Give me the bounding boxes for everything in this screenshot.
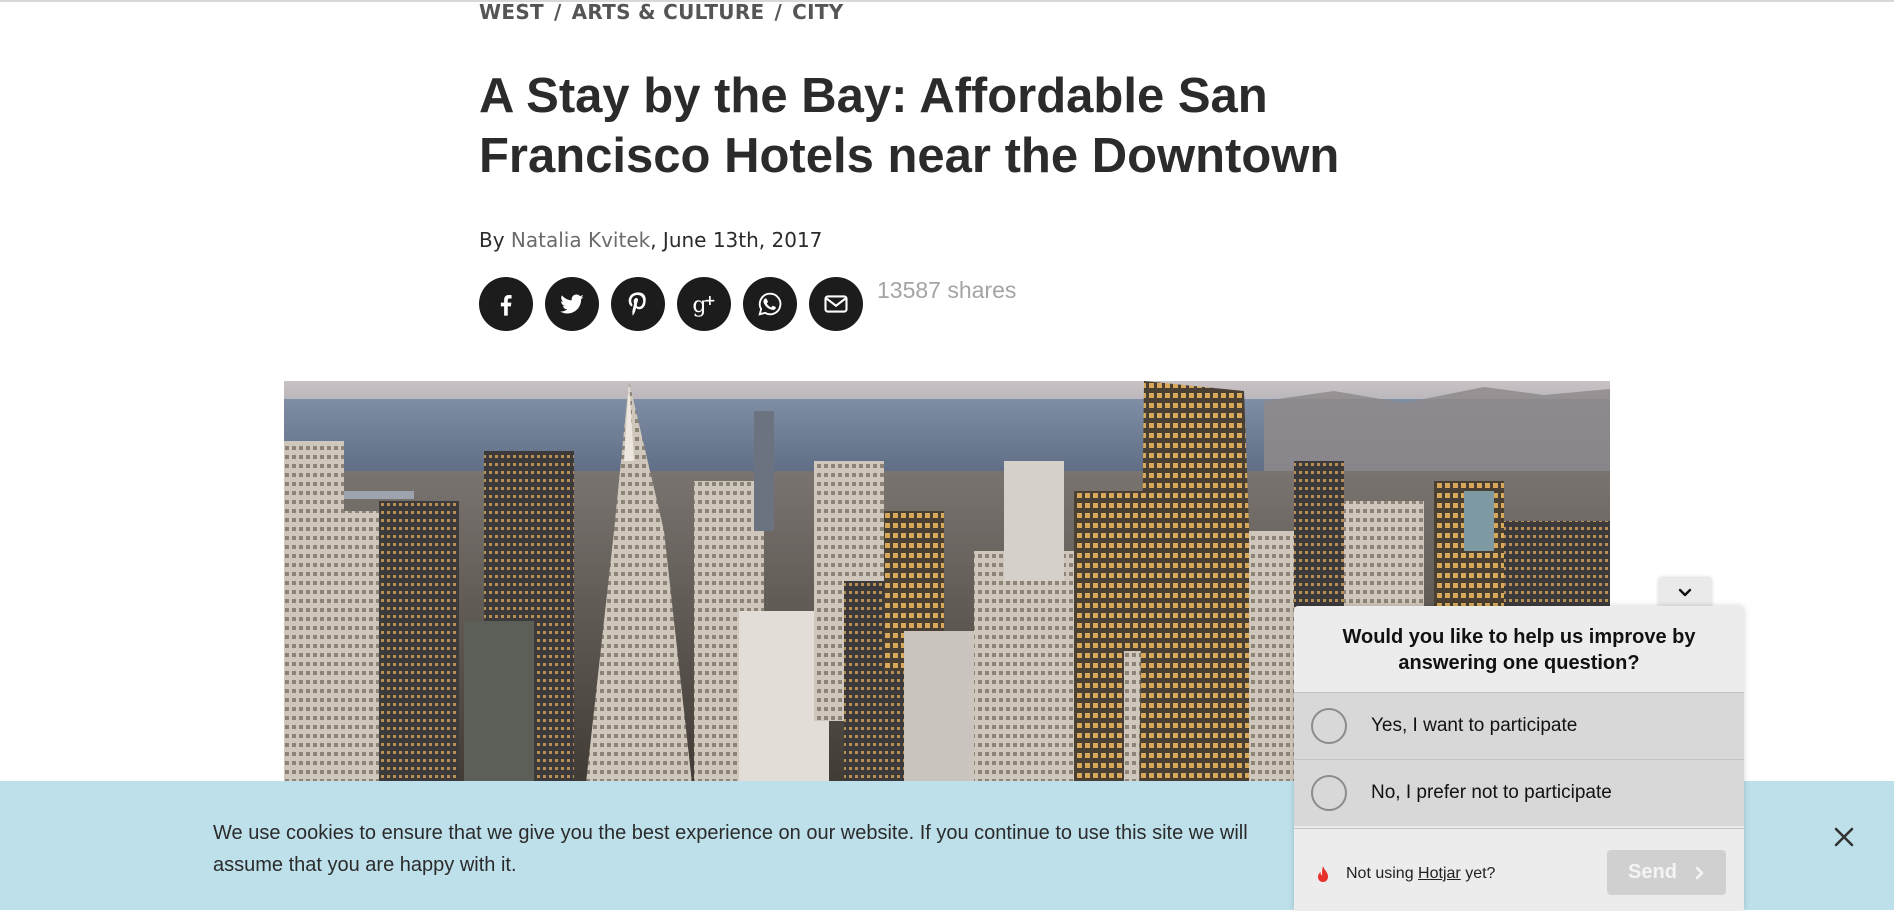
feedback-survey-widget: Would you like to help us improve by ans… [1294, 606, 1744, 910]
email-share-button[interactable] [809, 277, 863, 331]
cookie-close-button[interactable] [1830, 823, 1858, 851]
chevron-down-icon [1678, 588, 1692, 597]
flame-icon [1318, 866, 1328, 882]
email-icon [824, 295, 848, 313]
not-using-hotjar-text: Not using Hotjar yet? [1346, 865, 1495, 883]
not-using-suffix: yet? [1465, 865, 1496, 882]
hotjar-link[interactable]: Hotjar [1418, 865, 1461, 882]
survey-option-no[interactable]: No, I prefer not to participate [1294, 759, 1744, 826]
not-using-prefix: Not using [1346, 865, 1414, 882]
article-title: A Stay by the Bay: Affordable San Franci… [479, 69, 1340, 183]
facebook-icon [500, 295, 512, 316]
share-bar: g + 13587 shares [479, 277, 1016, 331]
pinterest-share-button[interactable] [611, 277, 665, 331]
survey-footer: Not using Hotjar yet? Send [1294, 828, 1744, 911]
survey-question: Would you like to help us improve by ans… [1342, 626, 1696, 674]
survey-option-yes[interactable]: Yes, I want to participate [1294, 692, 1744, 759]
whatsapp-icon [758, 292, 782, 316]
svg-text:+: + [704, 293, 716, 309]
top-border [0, 0, 1894, 2]
survey-option-label: Yes, I want to participate [1371, 715, 1578, 736]
survey-minimize-toggle[interactable] [1658, 578, 1712, 608]
byline-prefix: By [479, 228, 505, 252]
facebook-share-button[interactable] [479, 277, 533, 331]
twitter-icon [560, 294, 584, 314]
breadcrumb-item-west[interactable]: WEST [479, 0, 544, 24]
send-label: Send [1628, 861, 1677, 883]
cookie-notice-text: We use cookies to ensure that we give yo… [213, 822, 1248, 876]
survey-option-label: No, I prefer not to participate [1371, 782, 1612, 803]
breadcrumb-separator: / [774, 0, 783, 24]
publish-date: , June 13th, 2017 [650, 228, 823, 252]
whatsapp-share-button[interactable] [743, 277, 797, 331]
google-plus-icon: g+ [692, 292, 716, 318]
breadcrumb-separator: / [553, 0, 562, 24]
chevron-right-icon [1695, 866, 1704, 879]
google-plus-share-button[interactable]: g + [677, 277, 731, 331]
send-button[interactable]: Send [1607, 850, 1726, 895]
breadcrumb-item-city[interactable]: CITY [792, 0, 843, 24]
shares-count: 13587 shares [877, 277, 1017, 303]
author-link[interactable]: Natalia Kvitek [511, 228, 650, 252]
breadcrumb-item-arts-culture[interactable]: ARTS & CULTURE [572, 0, 765, 24]
article-byline: By Natalia Kvitek, June 13th, 2017 [479, 228, 822, 252]
twitter-share-button[interactable] [545, 277, 599, 331]
radio-button[interactable] [1311, 775, 1347, 811]
breadcrumb: WEST / ARTS & CULTURE / CITY [479, 0, 844, 24]
pinterest-icon [628, 292, 646, 316]
close-icon [1834, 827, 1854, 847]
radio-button[interactable] [1311, 708, 1347, 744]
